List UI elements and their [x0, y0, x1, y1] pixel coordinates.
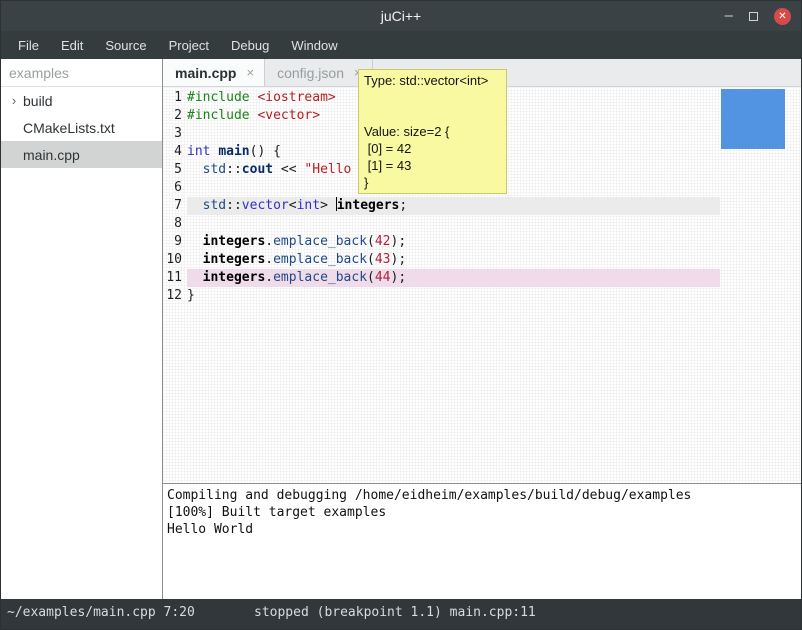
- tab-label: config.json: [277, 65, 344, 81]
- code-text[interactable]: integers.emplace_back(43);: [187, 251, 720, 269]
- line-number[interactable]: 8: [163, 215, 187, 233]
- menu-item-edit[interactable]: Edit: [50, 34, 94, 57]
- window-title: juCi++: [381, 8, 421, 24]
- file-tree-sidebar: examples ›build CMakeLists.txt main.cpp: [1, 59, 163, 599]
- code-text[interactable]: [187, 215, 720, 233]
- menu-item-project[interactable]: Project: [158, 34, 220, 57]
- line-number[interactable]: 4: [163, 143, 187, 161]
- code-text[interactable]: integers.emplace_back(44);: [187, 269, 720, 287]
- status-file-position: ~/examples/main.cpp 7:20: [7, 605, 195, 620]
- sidebar-item-main-cpp[interactable]: main.cpp: [1, 141, 162, 168]
- tab-config-json[interactable]: config.json×: [265, 59, 373, 86]
- line-number[interactable]: 2: [163, 107, 187, 125]
- code-line: 7 std::vector<int> integers;: [163, 197, 720, 215]
- tooltip-line: [0] = 42: [364, 140, 501, 157]
- tree-item-label: CMakeLists.txt: [23, 120, 115, 136]
- tab-main-cpp[interactable]: main.cpp ×: [163, 59, 265, 86]
- scrollbar-thumb[interactable]: [721, 89, 785, 149]
- tooltip-line: [364, 89, 501, 106]
- line-number[interactable]: 5: [163, 161, 187, 179]
- line-number[interactable]: 9: [163, 233, 187, 251]
- code-text[interactable]: integers.emplace_back(42);: [187, 233, 720, 251]
- close-icon[interactable]: ×: [246, 65, 254, 80]
- line-number[interactable]: 10: [163, 251, 187, 269]
- sidebar-item-build[interactable]: ›build: [1, 87, 162, 114]
- code-line: 10 integers.emplace_back(43);: [163, 251, 720, 269]
- tooltip-line: Type: std::vector<int>: [364, 72, 501, 89]
- window-controls: – ✕: [725, 1, 791, 31]
- sidebar-item-cmakelists-txt[interactable]: CMakeLists.txt: [1, 114, 162, 141]
- code-line: 8: [163, 215, 720, 233]
- tree-item-label: main.cpp: [23, 147, 80, 163]
- tree-item-label: build: [23, 93, 53, 109]
- tooltip-line: }: [364, 174, 501, 191]
- terminal-line: [100%] Built target examples: [167, 504, 797, 521]
- line-number[interactable]: 12: [163, 287, 187, 305]
- line-number[interactable]: 6: [163, 179, 187, 197]
- menu-item-file[interactable]: File: [7, 34, 50, 57]
- tooltip-line: [364, 106, 501, 123]
- titlebar: juCi++ – ✕: [1, 1, 801, 31]
- terminal-output[interactable]: Compiling and debugging /home/eidheim/ex…: [163, 483, 801, 599]
- line-number[interactable]: 11: [163, 269, 187, 287]
- close-button[interactable]: ✕: [774, 8, 791, 25]
- chevron-right-icon[interactable]: ›: [7, 93, 21, 108]
- menu-item-window[interactable]: Window: [280, 34, 348, 57]
- tab-label: main.cpp: [175, 65, 236, 81]
- tooltip-line: Value: size=2 {: [364, 123, 501, 140]
- minimize-button[interactable]: –: [725, 11, 733, 21]
- code-text[interactable]: std::vector<int> integers;: [187, 197, 720, 215]
- line-number[interactable]: 1: [163, 89, 187, 107]
- terminal-line: Hello World: [167, 521, 797, 538]
- statusbar: ~/examples/main.cpp 7:20 stopped (breakp…: [1, 599, 801, 629]
- menubar: FileEditSourceProjectDebugWindow: [1, 31, 801, 59]
- maximize-button[interactable]: [749, 12, 758, 21]
- code-line: 11 integers.emplace_back(44);: [163, 269, 720, 287]
- code-text[interactable]: }: [187, 287, 720, 305]
- code-line: 12}: [163, 287, 720, 305]
- tooltip-line: [1] = 43: [364, 157, 501, 174]
- status-debug-state: stopped (breakpoint 1.1) main.cpp:11: [254, 605, 536, 620]
- menu-item-debug[interactable]: Debug: [220, 34, 280, 57]
- debug-value-tooltip: Type: std::vector<int>Value: size=2 { [0…: [358, 69, 507, 194]
- terminal-line: Compiling and debugging /home/eidheim/ex…: [167, 487, 797, 504]
- file-tree: ›build CMakeLists.txt main.cpp: [1, 87, 162, 168]
- project-name-header: examples: [1, 59, 162, 87]
- code-line: 9 integers.emplace_back(42);: [163, 233, 720, 251]
- line-number[interactable]: 7: [163, 197, 187, 215]
- line-number[interactable]: 3: [163, 125, 187, 143]
- menu-item-source[interactable]: Source: [94, 34, 157, 57]
